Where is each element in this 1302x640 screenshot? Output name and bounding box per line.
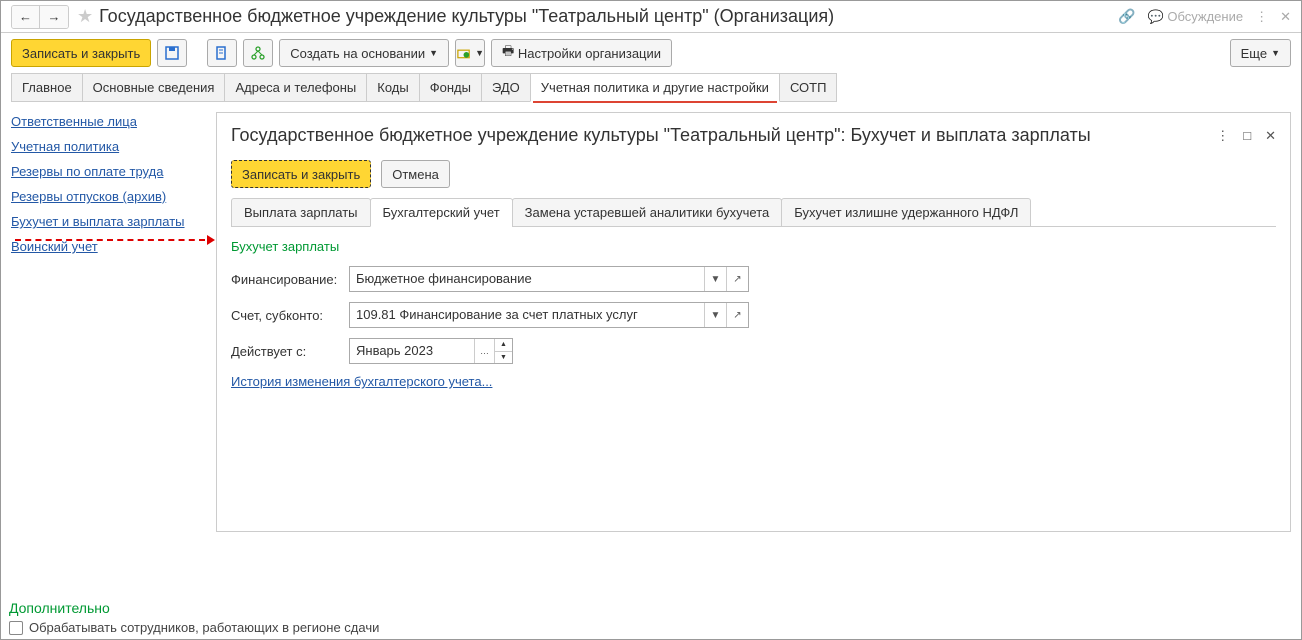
tab-main-1[interactable]: Основные сведения — [82, 73, 226, 102]
account-label: Счет, субконто: — [231, 308, 349, 323]
floppy-icon — [164, 45, 180, 61]
section-label: Бухучет зарплаты — [231, 239, 1276, 254]
org-settings-button[interactable]: 🖶 Настройки организации — [491, 39, 672, 67]
printer-icon: 🖶 — [502, 42, 514, 64]
discussion-button[interactable]: 💬 Обсуждение — [1148, 9, 1244, 25]
tab-main-5[interactable]: ЭДО — [481, 73, 531, 102]
valid-from-input[interactable]: Январь 2023 … ▲ ▼ — [349, 338, 513, 364]
row-account: Счет, субконто: 109.81 Финансирование за… — [231, 302, 1276, 328]
panel-header: Государственное бюджетное учреждение кул… — [231, 125, 1276, 146]
checkbox-label: Обрабатывать сотрудников, работающих в р… — [29, 620, 379, 635]
caret-down-icon: ▼ — [475, 48, 484, 58]
panel-toolbar: Записать и закрыть Отмена — [231, 160, 1276, 188]
kebab-menu-icon[interactable]: ⋮ — [1255, 9, 1268, 25]
open-icon[interactable]: ↗ — [726, 303, 748, 327]
more-button[interactable]: Еще▼ — [1230, 39, 1291, 67]
sidebar-item-0[interactable]: Ответственные лица — [11, 114, 206, 129]
valid-from-value: Январь 2023 — [350, 339, 474, 363]
attach-button[interactable]: ▼ — [455, 39, 485, 67]
folder-attach-icon — [456, 45, 471, 61]
sidebar-item-1[interactable]: Учетная политика — [11, 139, 206, 154]
spin-up-icon[interactable]: ▲ — [495, 339, 512, 352]
panel-maximize-icon[interactable]: □ — [1243, 128, 1251, 144]
panel-tabs: Выплата зарплаты Бухгалтерский учет Заме… — [231, 198, 1276, 227]
structure-button[interactable] — [243, 39, 273, 67]
main-toolbar: Записать и закрыть Создать на основании▼… — [1, 33, 1301, 73]
open-icon[interactable]: ↗ — [726, 267, 748, 291]
favorite-star-icon[interactable]: ★ — [77, 6, 93, 27]
row-financing: Финансирование: Бюджетное финансирование… — [231, 266, 1276, 292]
window-title: Государственное бюджетное учреждение кул… — [99, 6, 1118, 27]
spin-down-icon[interactable]: ▼ — [495, 352, 512, 364]
tab-main-4[interactable]: Фонды — [419, 73, 482, 102]
forward-button[interactable]: → — [40, 6, 68, 28]
sidebar: Ответственные лица Учетная политика Резе… — [11, 112, 206, 264]
dropdown-icon[interactable]: ▼ — [704, 303, 726, 327]
panel-tab-3[interactable]: Бухучет излишне удержанного НДФЛ — [781, 198, 1031, 227]
ellipsis-icon[interactable]: … — [474, 339, 494, 363]
panel-tab-2[interactable]: Замена устаревшей аналитики бухучета — [512, 198, 783, 227]
financing-input[interactable]: Бюджетное финансирование ▼ ↗ — [349, 266, 749, 292]
save-close-button[interactable]: Записать и закрыть — [11, 39, 151, 67]
sidebar-item-5[interactable]: Воинский учет — [11, 239, 206, 254]
titlebar-actions: 🔗 💬 Обсуждение ⋮ ✕ — [1118, 8, 1291, 25]
chat-icon: 💬 — [1148, 9, 1164, 24]
caret-down-icon: ▼ — [429, 48, 438, 58]
main-tabs: Главное Основные сведения Адреса и телеф… — [1, 73, 1301, 102]
process-employees-checkbox[interactable] — [9, 621, 23, 635]
panel-title: Государственное бюджетное учреждение кул… — [231, 125, 1216, 146]
valid-from-label: Действует с: — [231, 344, 349, 359]
tab-main-6[interactable]: Учетная политика и другие настройки — [530, 73, 780, 102]
doc-button[interactable] — [207, 39, 237, 67]
sidebar-item-3[interactable]: Резервы отпусков (архив) — [11, 189, 206, 204]
footer-title: Дополнительно — [9, 600, 1293, 616]
account-value: 109.81 Финансирование за счет платных ус… — [350, 303, 704, 327]
date-spinner: ▲ ▼ — [494, 339, 512, 363]
save-button[interactable] — [157, 39, 187, 67]
footer-checkbox-row: Обрабатывать сотрудников, работающих в р… — [9, 620, 1293, 635]
create-based-button[interactable]: Создать на основании▼ — [279, 39, 449, 67]
panel-tab-0[interactable]: Выплата зарплаты — [231, 198, 371, 227]
sidebar-item-4[interactable]: Бухучет и выплата зарплаты — [11, 214, 206, 229]
panel-cancel-button[interactable]: Отмена — [381, 160, 450, 188]
tab-main-0[interactable]: Главное — [11, 73, 83, 102]
financing-label: Финансирование: — [231, 272, 349, 287]
document-icon — [214, 45, 230, 61]
caret-down-icon: ▼ — [1271, 48, 1280, 58]
footer: Дополнительно Обрабатывать сотрудников, … — [1, 596, 1301, 639]
sidebar-item-2[interactable]: Резервы по оплате труда — [11, 164, 206, 179]
structure-icon — [250, 45, 266, 61]
main-window: ← → ★ Государственное бюджетное учрежден… — [0, 0, 1302, 640]
financing-value: Бюджетное финансирование — [350, 267, 704, 291]
history-link[interactable]: История изменения бухгалтерского учета..… — [231, 374, 492, 389]
link-icon[interactable]: 🔗 — [1118, 8, 1135, 25]
panel-tab-1[interactable]: Бухгалтерский учет — [370, 198, 513, 227]
nav-arrows: ← → — [11, 5, 69, 29]
account-input[interactable]: 109.81 Финансирование за счет платных ус… — [349, 302, 749, 328]
panel-save-close-button[interactable]: Записать и закрыть — [231, 160, 371, 188]
title-bar: ← → ★ Государственное бюджетное учрежден… — [1, 1, 1301, 33]
row-valid-from: Действует с: Январь 2023 … ▲ ▼ — [231, 338, 1276, 364]
accounting-panel: Государственное бюджетное учреждение кул… — [216, 112, 1291, 532]
dropdown-icon[interactable]: ▼ — [704, 267, 726, 291]
panel-close-icon[interactable]: ✕ — [1265, 128, 1276, 144]
tab-main-2[interactable]: Адреса и телефоны — [224, 73, 367, 102]
tab-main-7[interactable]: СОТП — [779, 73, 838, 102]
back-button[interactable]: ← — [12, 6, 40, 28]
close-icon[interactable]: ✕ — [1280, 9, 1291, 25]
content-area: Ответственные лица Учетная политика Резе… — [1, 102, 1301, 592]
tab-main-3[interactable]: Коды — [366, 73, 419, 102]
panel-kebab-icon[interactable]: ⋮ — [1216, 128, 1229, 144]
